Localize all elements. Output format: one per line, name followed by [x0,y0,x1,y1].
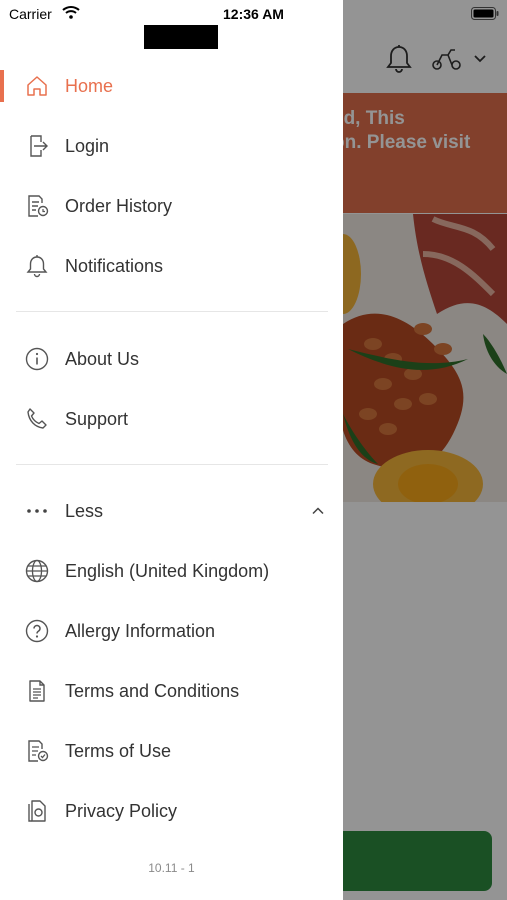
home-icon [24,73,50,99]
menu-item-label: About Us [65,348,140,369]
login-icon [24,133,50,159]
bell-icon [24,253,50,279]
document-icon [24,678,50,704]
navigation-drawer: Home Login Order History Notifications A… [0,0,343,900]
menu-item-label: Terms of Use [65,740,172,761]
menu-toggle-less[interactable]: Less [0,481,343,541]
menu-item-privacy-policy[interactable]: Privacy Policy [0,781,343,841]
privacy-icon [24,798,50,824]
question-icon [24,618,50,644]
redacted-logo [144,25,218,49]
menu-item-terms-and-conditions[interactable]: Terms and Conditions [0,661,343,721]
active-indicator [0,70,4,102]
menu-item-language[interactable]: English (United Kingdom) [0,541,343,601]
menu-item-label: Support [65,408,129,429]
menu-item-home[interactable]: Home [0,56,343,116]
menu-item-label: Terms and Conditions [65,680,240,701]
menu-toggle-label: Less [65,500,104,521]
divider [16,311,328,312]
menu-item-label: Privacy Policy [65,800,178,821]
menu-item-label: Login [65,135,110,156]
menu-item-notifications[interactable]: Notifications [0,236,343,296]
menu-item-login[interactable]: Login [0,116,343,176]
order-history-icon [24,193,50,219]
globe-icon [24,558,50,584]
status-bar: Carrier 12:36 AM [0,0,507,28]
menu-item-label: English (United Kingdom) [65,560,270,581]
battery-icon [471,7,499,20]
phone-icon [24,406,50,432]
status-time: 12:36 AM [223,6,284,22]
menu-item-allergy-information[interactable]: Allergy Information [0,601,343,661]
menu-item-label: Home [65,75,114,96]
info-icon [24,346,50,372]
menu-item-order-history[interactable]: Order History [0,176,343,236]
app-version: 10.11 - 1 [148,861,195,875]
document-check-icon [24,738,50,764]
menu-item-terms-of-use[interactable]: Terms of Use [0,721,343,781]
more-dots-icon [24,498,50,524]
menu-item-support[interactable]: Support [0,389,343,449]
menu-item-about-us[interactable]: About Us [0,329,343,389]
chevron-up-icon [310,503,326,519]
divider [16,464,328,465]
menu-item-label: Order History [65,195,173,216]
menu-item-label: Allergy Information [65,620,216,641]
menu-item-label: Notifications [65,255,164,276]
